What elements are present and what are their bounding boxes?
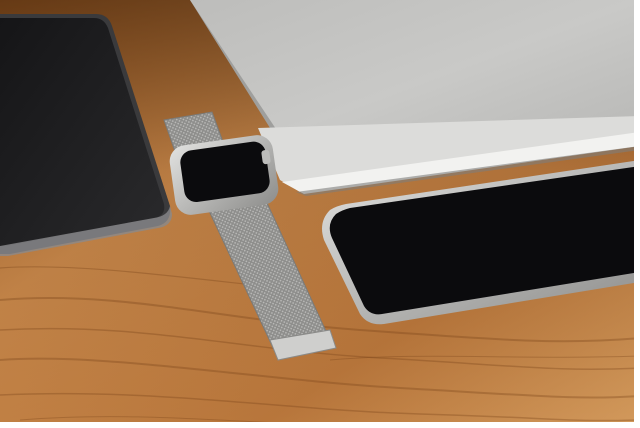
photo-scene [0, 0, 640, 428]
smartwatch [169, 135, 279, 215]
